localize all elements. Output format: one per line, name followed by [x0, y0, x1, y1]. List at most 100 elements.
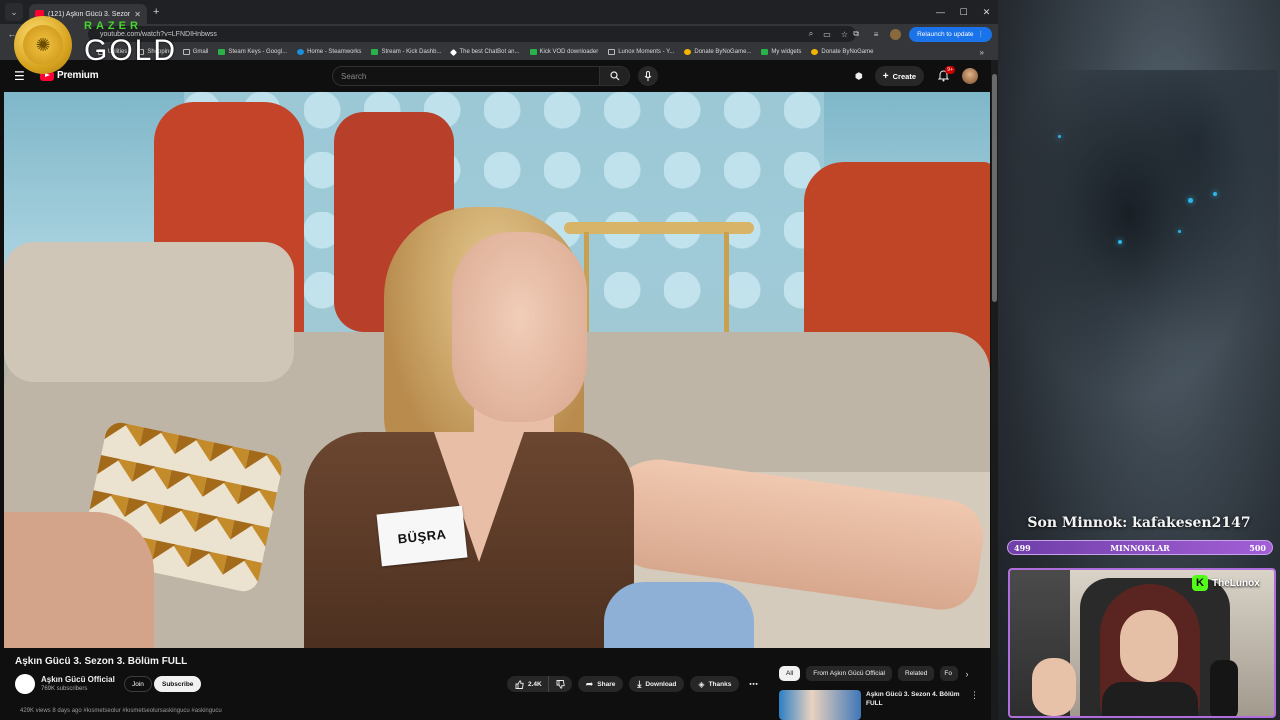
- related-video-thumbnail[interactable]: [779, 690, 861, 720]
- razer-gold-overlay: ✺ RAZER GOLD: [14, 16, 204, 74]
- glow-spark: [1213, 192, 1217, 196]
- logo-text: Premium: [57, 70, 99, 81]
- folder-icon: [608, 49, 616, 55]
- bookmark-item[interactable]: Steam Keys - Googl...: [218, 49, 287, 55]
- chip-from-channel[interactable]: From Aşkın Gücü Official: [806, 666, 892, 681]
- profile-avatar[interactable]: [890, 28, 902, 40]
- kick-icon: [371, 49, 379, 55]
- share-label: Share: [597, 680, 616, 688]
- notifications-button[interactable]: 9+: [936, 66, 955, 83]
- thanks-button[interactable]: ◈ Thanks: [690, 676, 740, 692]
- bookmark-star-icon[interactable]: ☆: [841, 30, 848, 39]
- create-button[interactable]: + Create: [874, 66, 924, 86]
- scene-person-face: [452, 232, 587, 422]
- related-filter-chips: All From Aşkın Gücü Official Related Fo: [779, 666, 959, 681]
- notification-badge: 9+: [945, 66, 955, 74]
- relaunch-button[interactable]: Relaunch to update ⋮: [909, 26, 992, 42]
- extensions-icon[interactable]: ⧉: [850, 28, 862, 40]
- scene-jeans: [604, 582, 754, 648]
- bookmark-item[interactable]: Donate ByNoGame...: [684, 49, 751, 55]
- account-avatar[interactable]: [962, 68, 978, 84]
- relaunch-label: Relaunch to update: [917, 30, 974, 38]
- minnok-goal-bar: 499 MINNOKLAR 500: [1007, 540, 1273, 555]
- search-button[interactable]: [599, 67, 629, 85]
- bookmark-item[interactable]: Donate ByNoGame: [811, 49, 873, 55]
- minimize-button[interactable]: —: [929, 0, 952, 24]
- kick-logo-icon: K: [1192, 575, 1208, 591]
- search-box: Search: [332, 66, 630, 86]
- bookmark-item[interactable]: My widgets: [761, 49, 801, 55]
- like-count: 2.4K: [528, 680, 542, 688]
- minnok-label: MINNOKLAR: [1110, 542, 1170, 553]
- join-button[interactable]: Join: [124, 676, 152, 692]
- close-window-button[interactable]: ✕: [975, 0, 998, 24]
- bookmark-item[interactable]: Kick VOD downloader: [529, 49, 598, 55]
- zoom-icon[interactable]: ⌕: [809, 29, 813, 39]
- glow-spark: [1188, 198, 1193, 203]
- last-minnok-title: Son Minnok: kafakesen2147: [1027, 515, 1251, 531]
- related-video-title[interactable]: Aşkın Gücü 3. Sezon 4. Bölüm FULL: [866, 690, 966, 708]
- chip-for-you[interactable]: Fo: [940, 666, 959, 681]
- thumbs-up-icon: [515, 679, 524, 689]
- webcam-microphone: [1210, 660, 1238, 716]
- media-icon[interactable]: ≡: [870, 28, 882, 40]
- webcam-face: [1120, 610, 1178, 682]
- bookmark-item[interactable]: The best ChatBot an...: [450, 48, 520, 56]
- share-button[interactable]: ➦ Share: [577, 676, 624, 692]
- scene-arm: [4, 512, 154, 648]
- subscriber-count: 769K subscribers: [41, 686, 88, 692]
- search-input[interactable]: Search: [333, 72, 599, 81]
- scrollbar-thumb[interactable]: [992, 74, 997, 302]
- sheets-icon: [218, 49, 226, 55]
- sheets-icon: [761, 49, 769, 55]
- kick-username: TheLunox: [1212, 577, 1260, 589]
- razer-brand: RAZER: [84, 20, 142, 32]
- related-more-icon[interactable]: ⋮: [970, 690, 979, 701]
- download-icon: ⤓: [637, 678, 642, 689]
- webcam-feed: K TheLunox: [1008, 568, 1276, 718]
- hamburger-menu-icon[interactable]: ☰: [14, 69, 28, 83]
- razer-gold-coin-icon: ✺: [14, 16, 72, 74]
- chatbot-icon: [450, 48, 458, 56]
- video-player[interactable]: BÜŞRA: [4, 92, 990, 648]
- kick-icon: [529, 49, 537, 55]
- chip-related[interactable]: Related: [898, 666, 935, 681]
- glow-spark: [1118, 240, 1122, 244]
- page-scrollbar[interactable]: [991, 60, 998, 720]
- channel-name[interactable]: Aşkın Gücü Official: [41, 675, 115, 684]
- dragon-artwork: [1008, 70, 1278, 430]
- cast-icon[interactable]: ▭: [823, 30, 831, 39]
- razer-tier: GOLD: [84, 34, 178, 67]
- download-button[interactable]: ⤓ Download: [629, 676, 685, 692]
- voice-search-button[interactable]: [638, 66, 658, 86]
- coin-icon: [811, 49, 819, 55]
- steam-icon: [297, 49, 305, 55]
- like-button[interactable]: 2.4K: [507, 676, 548, 692]
- cast-to-tv-icon[interactable]: ⬢: [855, 71, 863, 82]
- subscribe-button[interactable]: Subscribe: [154, 676, 202, 692]
- thumbs-down-icon: [556, 679, 565, 689]
- video-actions: 2.4K ➦ Share ⤓ Download ◈ Thanks ⋯: [507, 676, 761, 692]
- name-tag: BÜŞRA: [376, 505, 468, 567]
- description-preview[interactable]: 429K views 8 days ago #kısmetseolur #kıs…: [20, 708, 222, 714]
- maximize-button[interactable]: ☐: [952, 0, 975, 24]
- bookmarks-overflow-icon[interactable]: »: [980, 48, 984, 57]
- chevron-right-icon[interactable]: ›: [960, 666, 974, 681]
- bookmark-item[interactable]: Home - Steamworks: [297, 49, 361, 55]
- glow-spark: [1058, 135, 1061, 138]
- bookmark-item[interactable]: Stream - Kick Dashb...: [371, 49, 441, 55]
- webcam-body: [1102, 682, 1198, 716]
- stream-overlay: Son Minnok: kafakesen2147 499 MINNOKLAR …: [998, 0, 1280, 720]
- kick-channel-tag: K TheLunox: [1192, 572, 1260, 594]
- bookmark-item[interactable]: Lunox Moments - Y...: [608, 49, 674, 55]
- share-icon: ➦: [585, 678, 594, 689]
- browser-window: ⌄ (121) Aşkın Gücü 3. Sezon ✕ + — ☐ ✕ ← …: [0, 0, 998, 720]
- more-actions-icon[interactable]: ⋯: [745, 676, 761, 692]
- thanks-label: Thanks: [708, 680, 732, 688]
- channel-avatar[interactable]: [15, 674, 35, 694]
- search-icon: [609, 71, 619, 81]
- dislike-button[interactable]: [547, 676, 572, 692]
- chip-all[interactable]: All: [779, 666, 801, 681]
- create-label: Create: [892, 71, 916, 81]
- microphone-icon: [644, 71, 652, 81]
